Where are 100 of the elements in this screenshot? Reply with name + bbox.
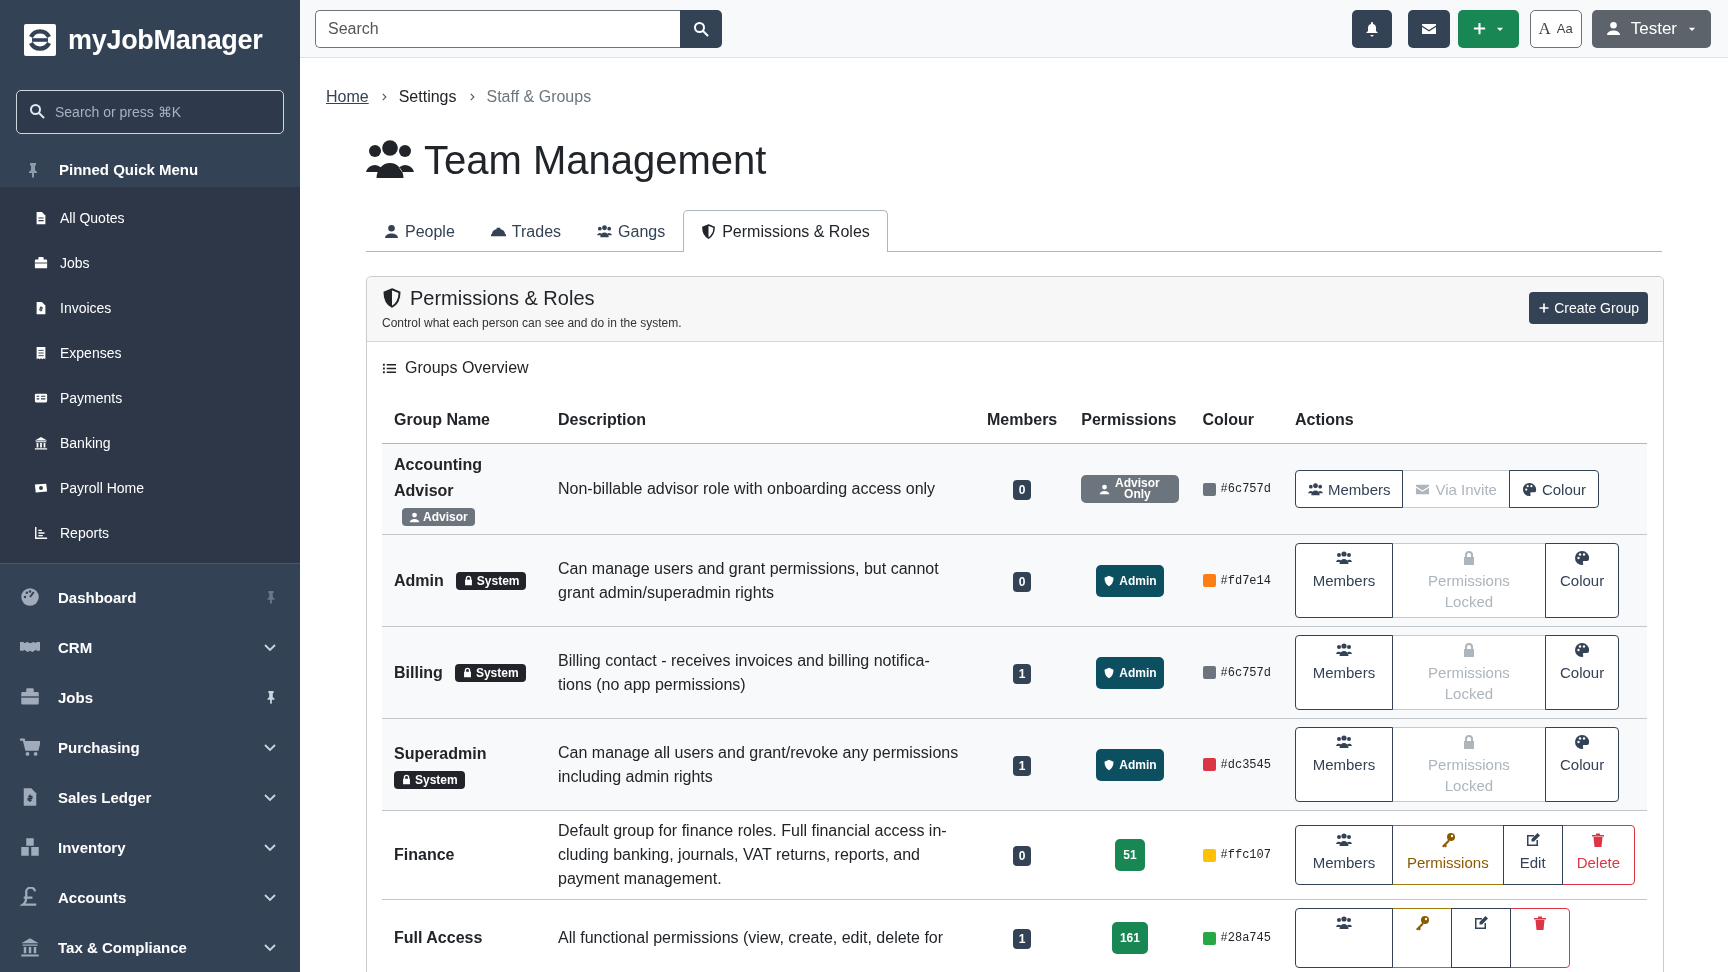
lock-icon — [401, 774, 412, 785]
palette-icon — [1521, 481, 1537, 497]
receipt-icon — [34, 345, 48, 360]
quick-menu-item[interactable]: Jobs — [0, 240, 300, 285]
permissions-button[interactable]: Permissions — [1391, 825, 1504, 885]
member-count: 0 — [1012, 480, 1032, 500]
trash-icon — [1590, 832, 1607, 848]
colour-code: #dc3545 — [1220, 756, 1271, 774]
user-menu-button[interactable]: Tester — [1591, 9, 1711, 48]
group-description: All functional permissions (view, create, edit, delete for — [558, 929, 944, 946]
quick-menu-item[interactable]: Expenses — [0, 330, 300, 375]
page-title: Team Management — [424, 137, 767, 183]
sidebar-nav-item[interactable]: Purchasing — [0, 722, 300, 772]
group-name: Full Access — [394, 928, 483, 948]
brand-name: myJobManager — [68, 24, 263, 56]
sidebar-nav-item[interactable]: CRM — [0, 622, 300, 672]
edit-button[interactable]: Edit — [1502, 825, 1563, 885]
column-header: Colour — [1202, 411, 1255, 428]
colour-button[interactable]: Colour — [1508, 470, 1600, 508]
colour-code: #6c757d — [1220, 664, 1271, 682]
colour-button[interactable]: Colour — [1544, 543, 1620, 618]
shield-icon — [701, 224, 717, 239]
tab[interactable]: People — [366, 210, 473, 252]
edit-icon — [1524, 832, 1541, 848]
group-description: Can manage users and grant permissions, but cannot grant admin/superadmin rights — [558, 559, 939, 601]
person-icon — [1099, 483, 1111, 495]
members-button[interactable]: Members — [1294, 825, 1393, 885]
shield-icon — [382, 288, 402, 308]
tab[interactable]: Trades — [472, 210, 580, 252]
shield-icon — [1103, 666, 1116, 679]
group-name: Accounting Advisor — [394, 455, 483, 501]
tab[interactable]: Gangs — [579, 210, 684, 252]
notifications-button[interactable] — [1351, 9, 1392, 48]
briefcase-icon — [20, 687, 40, 707]
bank-icon — [34, 435, 48, 450]
members-button[interactable]: Members — [1294, 470, 1404, 508]
member-count: 1 — [1012, 755, 1032, 776]
quick-menu-item[interactable]: Banking — [0, 420, 300, 465]
sidebar-nav-item[interactable]: Inventory — [0, 822, 300, 872]
document-icon — [34, 210, 48, 225]
colour-button[interactable]: Colour — [1544, 635, 1620, 710]
plus-icon — [1538, 302, 1551, 314]
permission-count: 161 — [1111, 922, 1148, 954]
sidebar-nav-item[interactable]: Accounts — [0, 872, 300, 922]
permission-badge: Admin — [1096, 656, 1164, 689]
permissions-button[interactable] — [1391, 908, 1452, 968]
sidebar-nav-item[interactable]: Jobs — [0, 672, 300, 722]
quick-menu-item[interactable]: Payments — [0, 375, 300, 420]
breadcrumb-link[interactable]: Home — [326, 88, 369, 106]
quick-menu-item[interactable]: All Quotes — [0, 195, 300, 240]
card-title: Permissions & Roles — [410, 286, 595, 310]
people-icon — [1307, 481, 1323, 497]
palette-icon — [1574, 642, 1591, 658]
cart-icon — [20, 737, 40, 757]
quick-menu-item[interactable]: Reports — [0, 510, 300, 555]
delete-button[interactable]: Delete — [1561, 825, 1635, 885]
role-badge: System — [455, 571, 527, 590]
edit-button[interactable] — [1450, 908, 1511, 968]
section-heading: Groups Overview — [405, 359, 529, 377]
gauge-icon — [20, 587, 40, 607]
group-description: Can manage all users and grant/revoke any permissions including admin rights — [558, 743, 959, 785]
messages-button[interactable] — [1407, 9, 1450, 48]
user-icon — [1605, 21, 1621, 36]
breadcrumb-link[interactable]: Settings — [398, 88, 457, 106]
colour-button[interactable]: Colour — [1544, 727, 1620, 802]
logo-icon — [24, 24, 56, 56]
person-icon — [409, 511, 420, 523]
shield-icon — [1103, 574, 1116, 587]
member-count: 1 — [1012, 663, 1032, 684]
lock-icon — [462, 575, 474, 586]
members-button[interactable]: Members — [1294, 635, 1393, 710]
group-name: Billing — [394, 662, 443, 683]
people-icon — [1335, 734, 1352, 750]
create-group-button[interactable]: Create Group — [1529, 292, 1648, 324]
colour-code: #6c757d — [1220, 481, 1271, 498]
permission-badge: Admin — [1096, 748, 1164, 781]
sidebar-nav-item[interactable]: Sales Ledger — [0, 772, 300, 822]
sidebar-nav-item[interactable]: Dashboard — [0, 572, 300, 622]
members-button[interactable]: Members — [1294, 543, 1393, 618]
tab[interactable]: Permissions & Roles — [683, 210, 888, 252]
delete-button[interactable] — [1509, 908, 1570, 968]
card-subtitle: Control what each person can see and do in the system. — [382, 315, 683, 330]
colour-code: #28a745 — [1220, 930, 1271, 947]
column-header: Group Name — [394, 411, 490, 428]
font-size-button[interactable]: A Aa — [1529, 9, 1582, 48]
search-icon — [693, 20, 709, 37]
quick-menu-item[interactable]: Payroll Home — [0, 465, 300, 510]
role-badge: System — [454, 663, 526, 682]
group-name: Admin — [394, 570, 444, 591]
add-button[interactable] — [1457, 9, 1519, 48]
search-field[interactable]: Search — [315, 9, 680, 48]
members-button[interactable]: Members — [1294, 727, 1393, 802]
sidebar-nav-item[interactable]: Tax & Compliance — [0, 922, 300, 972]
permission-badge: Admin — [1096, 564, 1164, 597]
sidebar-search-field[interactable]: Search or press ⌘K — [16, 90, 284, 134]
palette-icon — [1574, 734, 1591, 750]
role-badge: Advisor — [402, 508, 475, 526]
quick-menu-item[interactable]: Invoices — [0, 285, 300, 330]
search-button[interactable] — [680, 9, 722, 48]
members-button[interactable] — [1294, 908, 1393, 968]
